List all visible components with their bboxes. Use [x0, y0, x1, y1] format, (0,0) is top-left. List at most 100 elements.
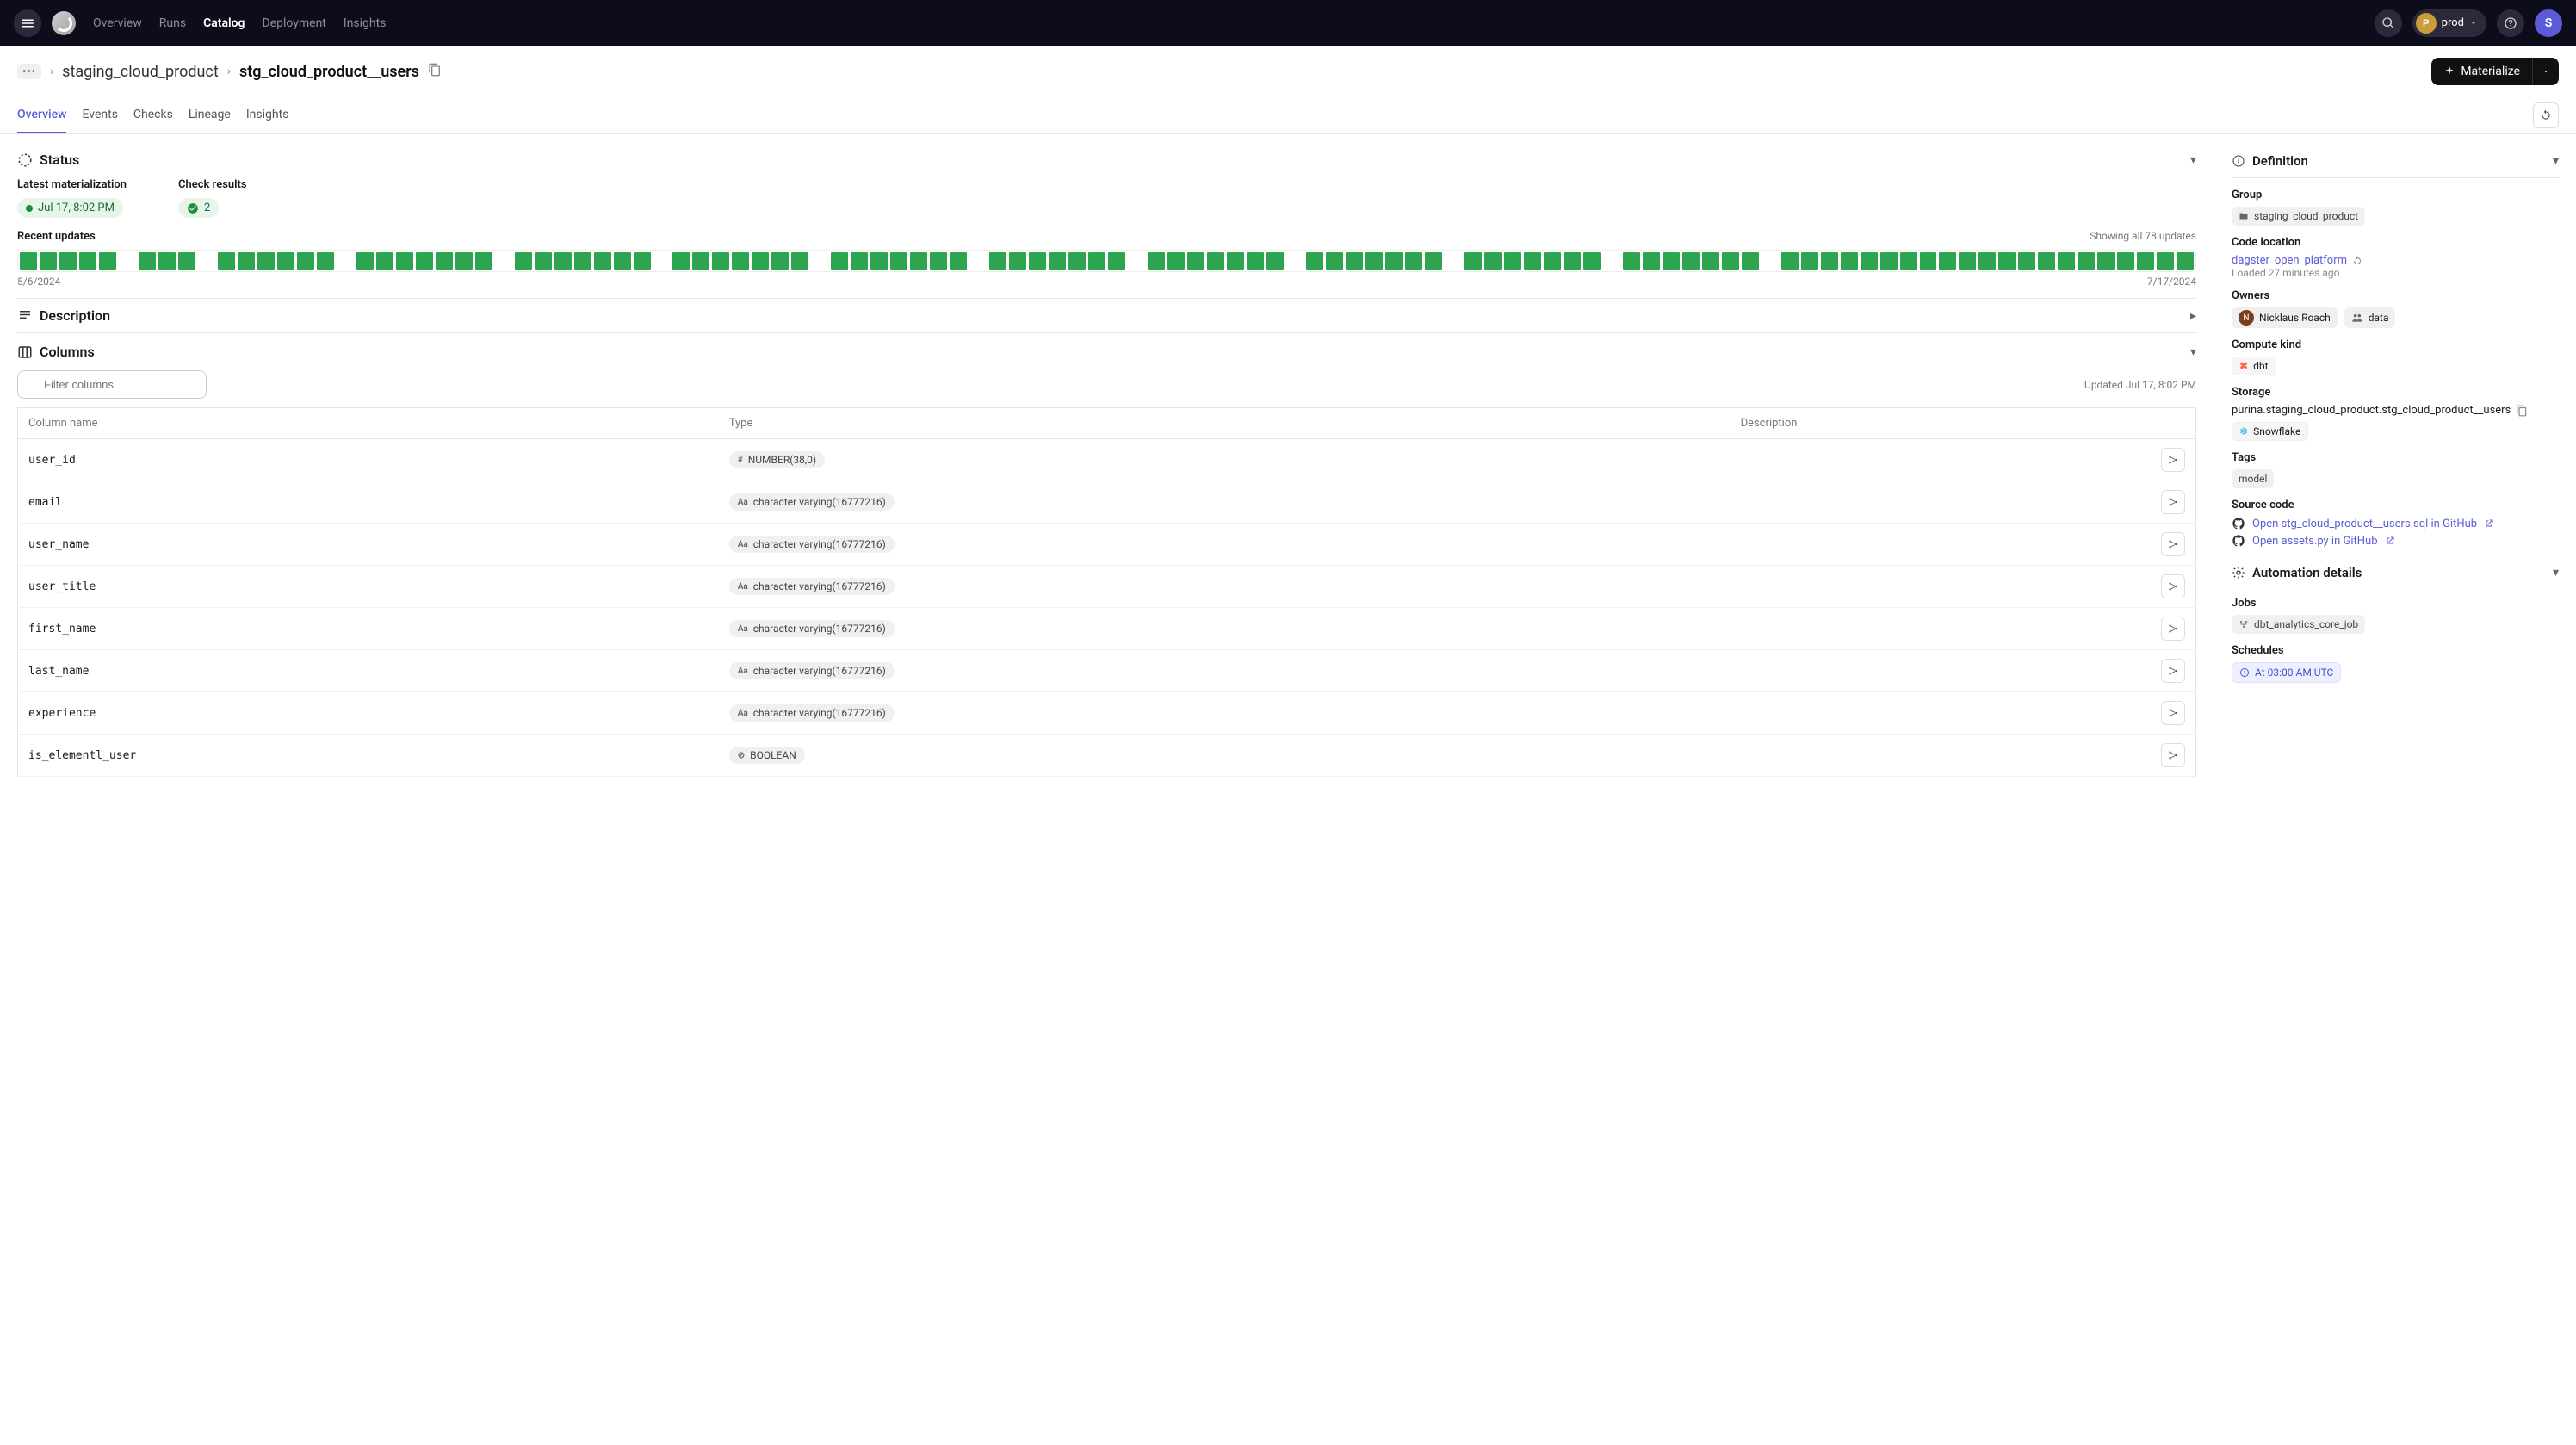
column-lineage-button[interactable]: [2161, 659, 2185, 683]
update-bar[interactable]: [2078, 252, 2095, 270]
update-bar[interactable]: [594, 252, 611, 270]
column-lineage-button[interactable]: [2161, 532, 2185, 556]
update-bar[interactable]: [752, 252, 769, 270]
update-bar[interactable]: [218, 252, 235, 270]
search-button[interactable]: [2375, 9, 2402, 37]
source-link[interactable]: Open assets.py in GitHub: [2232, 534, 2559, 548]
update-bar[interactable]: [376, 252, 393, 270]
job-pill[interactable]: dbt_analytics_core_job: [2232, 615, 2365, 634]
update-bar[interactable]: [1861, 252, 1878, 270]
update-bar[interactable]: [99, 252, 116, 270]
recent-updates-chart[interactable]: [17, 250, 2196, 272]
breadcrumb-overflow[interactable]: •••: [17, 64, 41, 79]
update-bar[interactable]: [515, 252, 532, 270]
update-bar[interactable]: [337, 252, 354, 270]
update-bar[interactable]: [1227, 252, 1244, 270]
hamburger-menu[interactable]: [14, 9, 41, 37]
update-bar[interactable]: [1405, 252, 1422, 270]
nav-tab-overview[interactable]: Overview: [93, 16, 142, 30]
update-bar[interactable]: [614, 252, 631, 270]
schedule-pill[interactable]: At 03:00 AM UTC: [2232, 662, 2341, 683]
update-bar[interactable]: [356, 252, 374, 270]
code-location-link[interactable]: dagster_open_platform: [2232, 254, 2347, 267]
description-section-header[interactable]: Description ▸: [17, 298, 2196, 333]
update-bar[interactable]: [1682, 252, 1700, 270]
update-bar[interactable]: [2058, 252, 2075, 270]
column-lineage-button[interactable]: [2161, 490, 2185, 514]
update-bar[interactable]: [1762, 252, 1779, 270]
update-bar[interactable]: [1801, 252, 1818, 270]
update-bar[interactable]: [1900, 252, 1917, 270]
filter-columns-input[interactable]: [17, 370, 207, 399]
update-bar[interactable]: [851, 252, 868, 270]
update-bar[interactable]: [1385, 252, 1403, 270]
update-bar[interactable]: [1484, 252, 1502, 270]
update-bar[interactable]: [950, 252, 967, 270]
nav-tab-deployment[interactable]: Deployment: [262, 16, 325, 30]
update-bar[interactable]: [1346, 252, 1363, 270]
update-bar[interactable]: [1643, 252, 1660, 270]
update-bar[interactable]: [535, 252, 552, 270]
update-bar[interactable]: [396, 252, 413, 270]
update-bar[interactable]: [2177, 252, 2194, 270]
update-bar[interactable]: [1978, 252, 1996, 270]
column-lineage-button[interactable]: [2161, 743, 2185, 767]
update-bar[interactable]: [1029, 252, 1046, 270]
update-bar[interactable]: [1247, 252, 1264, 270]
column-lineage-button[interactable]: [2161, 617, 2185, 641]
update-bar[interactable]: [1326, 252, 1343, 270]
update-bar[interactable]: [1821, 252, 1838, 270]
update-bar[interactable]: [634, 252, 651, 270]
update-bar[interactable]: [40, 252, 57, 270]
update-bar[interactable]: [1068, 252, 1086, 270]
update-bar[interactable]: [198, 252, 215, 270]
update-bar[interactable]: [831, 252, 848, 270]
update-bar[interactable]: [1939, 252, 1956, 270]
update-bar[interactable]: [1920, 252, 1937, 270]
update-bar[interactable]: [1998, 252, 2016, 270]
update-bar[interactable]: [178, 252, 195, 270]
update-bar[interactable]: [1207, 252, 1224, 270]
update-bar[interactable]: [436, 252, 453, 270]
nav-tab-runs[interactable]: Runs: [159, 16, 186, 30]
update-bar[interactable]: [692, 252, 709, 270]
update-bar[interactable]: [1544, 252, 1561, 270]
column-lineage-button[interactable]: [2161, 574, 2185, 598]
update-bar[interactable]: [554, 252, 572, 270]
nav-tab-catalog[interactable]: Catalog: [203, 16, 245, 30]
subtab-insights[interactable]: Insights: [246, 97, 289, 133]
update-bar[interactable]: [890, 252, 907, 270]
owner-pill[interactable]: data: [2344, 307, 2396, 328]
materialize-dropdown[interactable]: [2532, 58, 2559, 85]
update-bar[interactable]: [1445, 252, 1462, 270]
update-bar[interactable]: [574, 252, 591, 270]
refresh-icon[interactable]: [2352, 256, 2362, 266]
update-bar[interactable]: [2117, 252, 2134, 270]
update-bar[interactable]: [79, 252, 96, 270]
update-bar[interactable]: [2157, 252, 2174, 270]
subtab-lineage[interactable]: Lineage: [189, 97, 231, 133]
update-bar[interactable]: [59, 252, 77, 270]
update-bar[interactable]: [1959, 252, 1976, 270]
update-bar[interactable]: [139, 252, 156, 270]
check-results-pill[interactable]: 2: [178, 198, 219, 218]
update-bar[interactable]: [1187, 252, 1204, 270]
copy-icon[interactable]: [2516, 405, 2528, 417]
update-bar[interactable]: [1583, 252, 1601, 270]
update-bar[interactable]: [653, 252, 671, 270]
update-bar[interactable]: [238, 252, 255, 270]
update-bar[interactable]: [1880, 252, 1898, 270]
update-bar[interactable]: [672, 252, 690, 270]
definition-section-header[interactable]: Definition ▾: [2232, 148, 2559, 178]
column-lineage-button[interactable]: [2161, 448, 2185, 472]
update-bar[interactable]: [712, 252, 729, 270]
update-bar[interactable]: [1564, 252, 1581, 270]
update-bar[interactable]: [811, 252, 828, 270]
update-bar[interactable]: [1009, 252, 1026, 270]
update-bar[interactable]: [969, 252, 987, 270]
update-bar[interactable]: [1425, 252, 1442, 270]
update-bar[interactable]: [416, 252, 433, 270]
column-lineage-button[interactable]: [2161, 701, 2185, 725]
update-bar[interactable]: [1841, 252, 1858, 270]
breadcrumb-parent[interactable]: staging_cloud_product: [62, 63, 219, 81]
